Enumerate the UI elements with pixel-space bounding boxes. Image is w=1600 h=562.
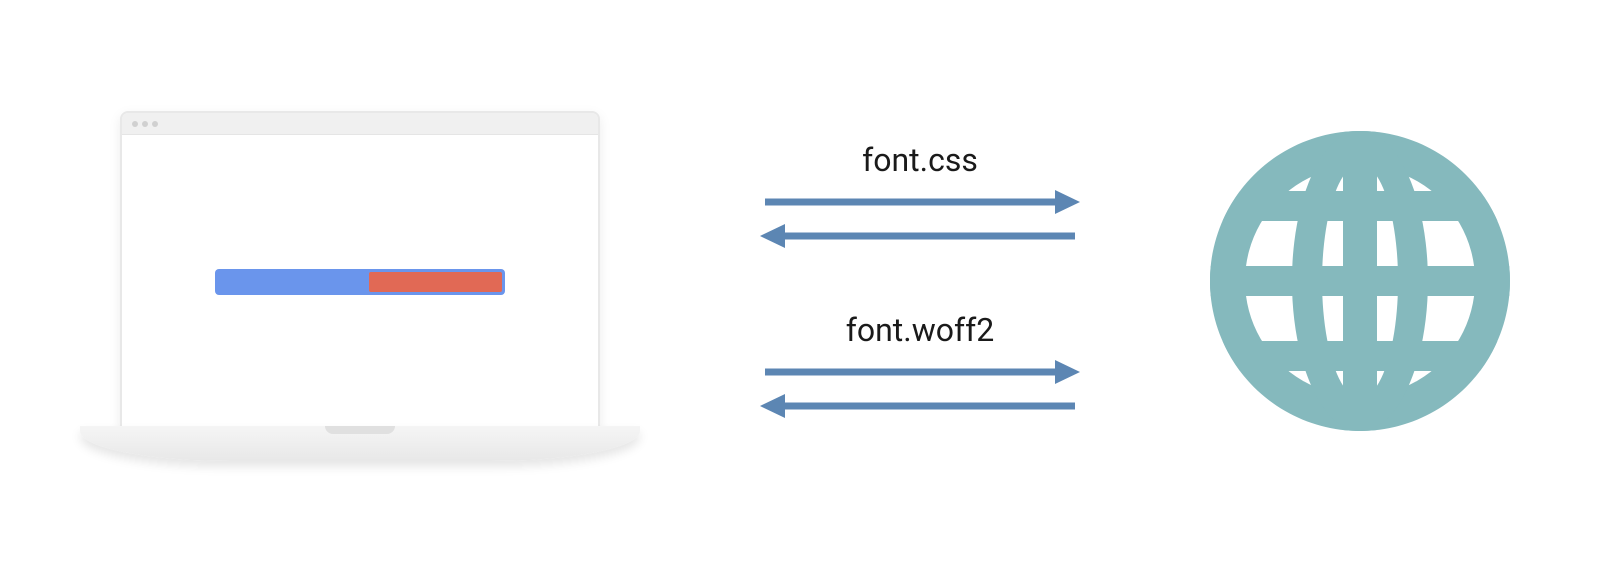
window-dot <box>152 121 158 127</box>
arrow-group-css: font.css <box>760 141 1080 251</box>
laptop-icon <box>80 81 640 481</box>
arrow-left-icon <box>760 221 1080 251</box>
arrow-right-icon <box>760 187 1080 217</box>
arrow-group-woff2: font.woff2 <box>760 311 1080 421</box>
request-arrows: font.css font.woff2 <box>640 141 1200 421</box>
arrow-left-icon <box>760 391 1080 421</box>
request-label-woff2: font.woff2 <box>846 311 994 349</box>
arrow-right-icon <box>760 357 1080 387</box>
laptop-notch <box>325 426 395 434</box>
window-controls <box>132 121 158 127</box>
browser-titlebar <box>122 113 598 135</box>
window-dot <box>132 121 138 127</box>
window-dot <box>142 121 148 127</box>
browser-viewport <box>122 135 598 429</box>
loading-progress-fill <box>369 272 502 292</box>
request-label-css: font.css <box>862 141 978 179</box>
loading-progress-bar <box>215 269 505 295</box>
globe-icon <box>1200 121 1520 441</box>
laptop-base <box>80 426 640 461</box>
laptop-screen <box>120 111 600 431</box>
